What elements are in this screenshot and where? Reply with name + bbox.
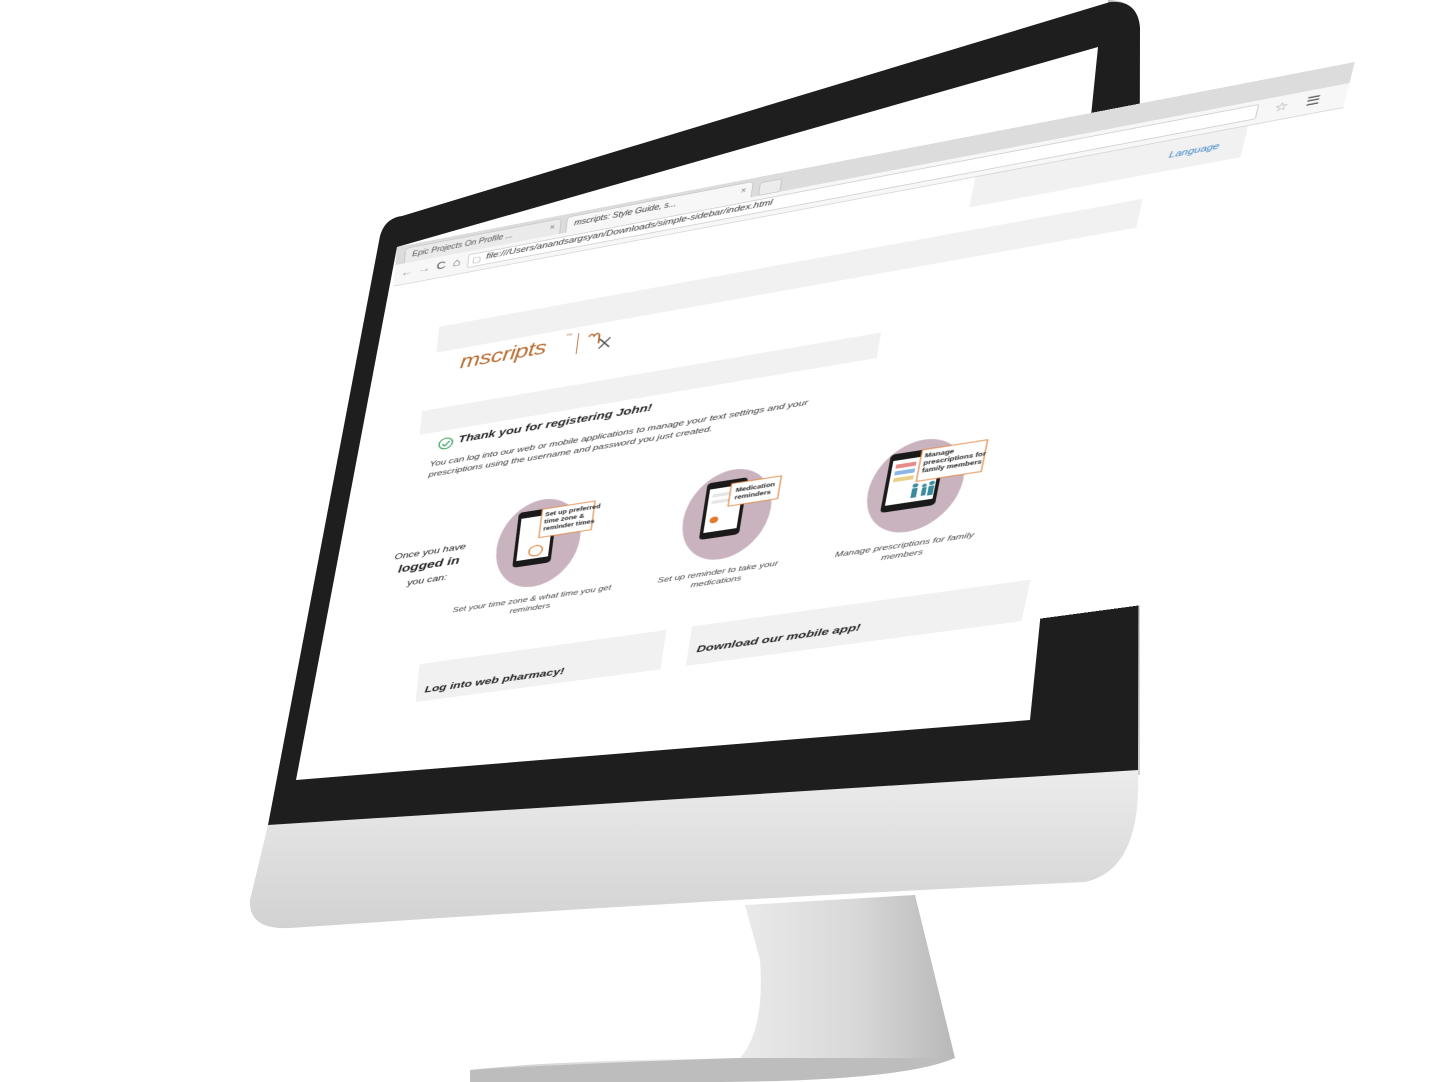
check-circle-icon — [438, 436, 454, 450]
feature-time-zone: Set up preferred time zone & reminder ti… — [448, 481, 630, 625]
home-icon[interactable]: ⌂ — [448, 255, 465, 270]
mscripts-logo: mscripts ™ — [458, 351, 462, 385]
menu-icon[interactable]: ☰ — [1304, 92, 1322, 109]
mx-logo-icon — [584, 325, 619, 354]
logo-divider — [575, 333, 580, 355]
logo-trademark: ™ — [565, 333, 573, 339]
feature-family-prescriptions: Manage prescriptions for family members … — [811, 420, 1019, 573]
reload-icon[interactable]: C — [433, 258, 450, 273]
feature-medication-reminders: Medication reminders Set up reminder to … — [630, 451, 825, 600]
forward-arrow-icon[interactable]: → — [416, 261, 433, 276]
language-link[interactable]: Language — [1168, 142, 1221, 161]
page-icon: ▢ — [471, 254, 482, 266]
star-icon[interactable]: ☆ — [1273, 98, 1291, 115]
back-arrow-icon[interactable]: ← — [399, 265, 415, 280]
monitor-stand — [470, 895, 955, 1082]
